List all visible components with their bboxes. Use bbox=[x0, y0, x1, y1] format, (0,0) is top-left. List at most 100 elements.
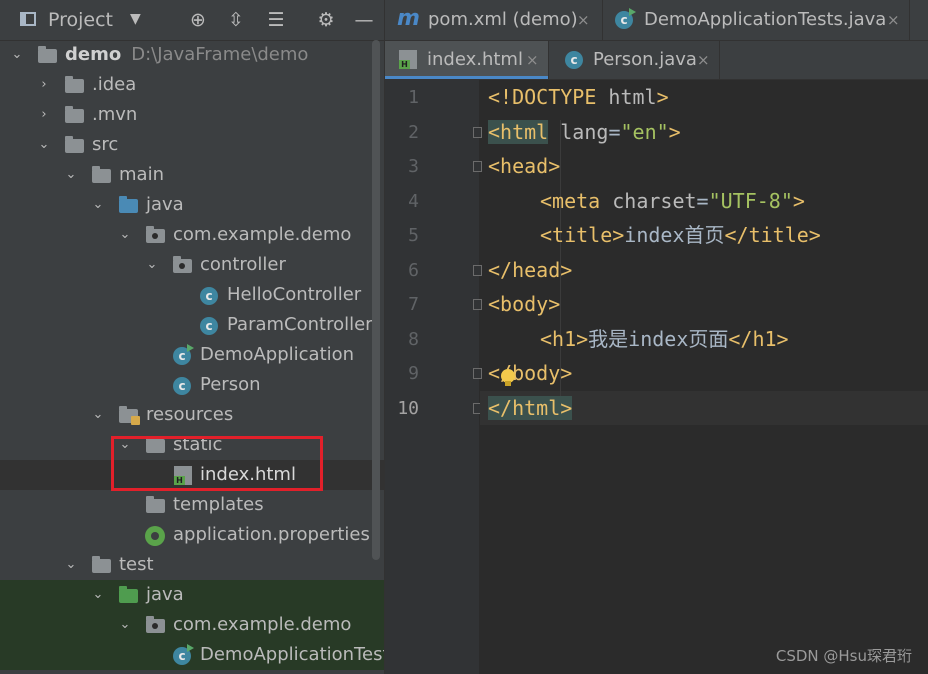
minimize-icon[interactable]: — bbox=[352, 8, 376, 32]
code-line-5: <title>index首页</title> bbox=[540, 223, 821, 247]
gear-icon[interactable]: ⚙ bbox=[314, 8, 338, 32]
tab-label: index.html bbox=[427, 49, 523, 70]
tree-item-templates[interactable]: templates bbox=[0, 490, 384, 520]
spring-properties-icon bbox=[145, 526, 165, 546]
tree-item-label: DemoApplicationTest bbox=[200, 644, 384, 665]
tree-item-label: com.example.demo bbox=[173, 224, 352, 245]
line-number: 6 bbox=[408, 260, 419, 281]
tab-label: Person.java bbox=[593, 49, 697, 70]
test-source-folder-icon bbox=[119, 586, 138, 603]
tree-item-src[interactable]: ⌄ src bbox=[0, 130, 384, 160]
editor-tab-row-2: index.html × c Person.java × bbox=[385, 41, 928, 80]
line-number: 10 bbox=[397, 398, 419, 419]
chevron-right-icon[interactable]: › bbox=[37, 100, 51, 130]
tree-item-label: .mvn bbox=[92, 104, 138, 125]
chevron-down-icon[interactable]: ⌄ bbox=[64, 550, 78, 580]
tree-item-label: java bbox=[146, 584, 184, 605]
tree-item-label: com.example.demo bbox=[173, 614, 352, 635]
line-number: 3 bbox=[408, 156, 419, 177]
intention-bulb-icon[interactable] bbox=[501, 369, 515, 386]
chevron-right-icon[interactable]: › bbox=[37, 70, 51, 100]
chevron-down-icon[interactable]: ⌄ bbox=[10, 40, 24, 70]
tree-item-label: application.properties bbox=[173, 524, 370, 545]
java-class-icon: c bbox=[200, 287, 218, 305]
red-highlight-annotation bbox=[111, 436, 323, 491]
expand-all-icon[interactable]: ⇳ bbox=[224, 8, 248, 32]
chevron-down-icon[interactable]: ⌄ bbox=[64, 160, 78, 190]
project-scrollbar[interactable] bbox=[372, 40, 380, 560]
project-view-title[interactable]: Project bbox=[48, 9, 113, 31]
tree-item-application-properties[interactable]: application.properties bbox=[0, 520, 384, 550]
chevron-down-icon[interactable]: ⌄ bbox=[37, 130, 51, 160]
close-icon[interactable]: × bbox=[887, 0, 900, 40]
folder-icon bbox=[65, 106, 84, 123]
code-line-7: <body> bbox=[488, 292, 561, 316]
java-class-icon: c bbox=[173, 377, 191, 395]
folder-icon bbox=[65, 76, 84, 93]
watermark: CSDN @Hsu琛君珩 bbox=[775, 647, 912, 665]
close-icon[interactable]: × bbox=[577, 0, 590, 40]
line-number-gutter[interactable]: 1 2 3 4 5 6 7 8 9 10 bbox=[385, 80, 482, 674]
java-class-icon: c bbox=[200, 317, 218, 335]
tab-pom-xml[interactable]: m pom.xml (demo) × bbox=[385, 0, 603, 40]
chevron-down-icon[interactable]: ⌄ bbox=[91, 190, 105, 220]
tree-item-idea[interactable]: › .idea bbox=[0, 70, 384, 100]
close-icon[interactable]: × bbox=[526, 41, 539, 79]
code-line-8: <h1>我是index页面</h1> bbox=[540, 327, 789, 351]
tree-item-test[interactable]: ⌄ test bbox=[0, 550, 384, 580]
maven-icon: m bbox=[397, 6, 420, 31]
project-panel-header: Project ▼ ⊕ ⇳ ☰ ⚙ — bbox=[0, 0, 384, 41]
tab-label: pom.xml (demo) bbox=[428, 9, 578, 30]
tree-item-label: ParamController bbox=[227, 314, 373, 335]
folder-icon bbox=[65, 136, 84, 153]
java-test-class-icon: c bbox=[615, 8, 636, 29]
chevron-down-icon[interactable]: ⌄ bbox=[145, 250, 159, 280]
chevron-down-icon[interactable]: ⌄ bbox=[118, 610, 132, 640]
chevron-down-icon[interactable]: ⌄ bbox=[118, 220, 132, 250]
module-folder-icon bbox=[38, 46, 57, 63]
java-class-icon: c bbox=[565, 51, 583, 69]
tree-item-resources[interactable]: ⌄ resources bbox=[0, 400, 384, 430]
java-main-class-icon: c bbox=[173, 344, 194, 365]
code-line-6: </head> bbox=[488, 258, 573, 282]
tree-item-label: demo D:\JavaFrame\demo bbox=[65, 44, 309, 65]
locate-icon[interactable]: ⊕ bbox=[186, 8, 210, 32]
tree-item-paramcontroller[interactable]: c ParamController bbox=[0, 310, 384, 340]
code-line-3: <head> bbox=[488, 154, 561, 178]
tab-demoapplicationtests[interactable]: c DemoApplicationTests.java × bbox=[603, 0, 910, 40]
line-number: 2 bbox=[408, 122, 419, 143]
editor-tab-row-1: m pom.xml (demo) × c DemoApplicationTest… bbox=[385, 0, 928, 41]
collapse-all-icon[interactable]: ☰ bbox=[264, 8, 288, 32]
tree-item-label: test bbox=[119, 554, 154, 575]
tree-item-label: HelloController bbox=[227, 284, 362, 305]
project-panel: Project ▼ ⊕ ⇳ ☰ ⚙ — ⌄ demo D:\JavaFrame\d… bbox=[0, 0, 384, 674]
tree-item-label: resources bbox=[146, 404, 234, 425]
line-number: 7 bbox=[408, 294, 419, 315]
chevron-down-icon[interactable]: ⌄ bbox=[91, 400, 105, 430]
chevron-down-icon[interactable]: ▼ bbox=[130, 11, 141, 27]
tree-item-label: java bbox=[146, 194, 184, 215]
tree-item-demoapplicationtests[interactable]: c DemoApplicationTest bbox=[0, 640, 384, 670]
tab-person-java[interactable]: c Person.java × bbox=[549, 41, 720, 79]
code-line-2: <html lang="en"> bbox=[488, 120, 681, 144]
close-icon[interactable]: × bbox=[697, 41, 710, 79]
tree-item-main[interactable]: ⌄ main bbox=[0, 160, 384, 190]
tree-item-test-package[interactable]: ⌄ com.example.demo bbox=[0, 610, 384, 640]
chevron-down-icon[interactable]: ⌄ bbox=[91, 580, 105, 610]
code-line-10: </html> bbox=[488, 396, 573, 420]
tree-item-controller[interactable]: ⌄ controller bbox=[0, 250, 384, 280]
tree-item-hellocontroller[interactable]: c HelloController bbox=[0, 280, 384, 310]
code-line-4: <meta charset="UTF-8"> bbox=[540, 189, 805, 213]
tree-item-demoapplication[interactable]: c DemoApplication bbox=[0, 340, 384, 370]
folder-icon bbox=[92, 166, 111, 183]
tree-item-mvn[interactable]: › .mvn bbox=[0, 100, 384, 130]
tree-item-package[interactable]: ⌄ com.example.demo bbox=[0, 220, 384, 250]
tree-item-test-java[interactable]: ⌄ java bbox=[0, 580, 384, 610]
line-number: 5 bbox=[408, 225, 419, 246]
tab-index-html[interactable]: index.html × bbox=[385, 41, 549, 79]
code-editor[interactable]: <!DOCTYPE html> <html lang="en"> <head> … bbox=[480, 80, 928, 674]
code-line-1: <!DOCTYPE html> bbox=[488, 85, 669, 109]
tree-item-person[interactable]: c Person bbox=[0, 370, 384, 400]
tree-item-demo[interactable]: ⌄ demo D:\JavaFrame\demo bbox=[0, 40, 384, 70]
tree-item-java[interactable]: ⌄ java bbox=[0, 190, 384, 220]
